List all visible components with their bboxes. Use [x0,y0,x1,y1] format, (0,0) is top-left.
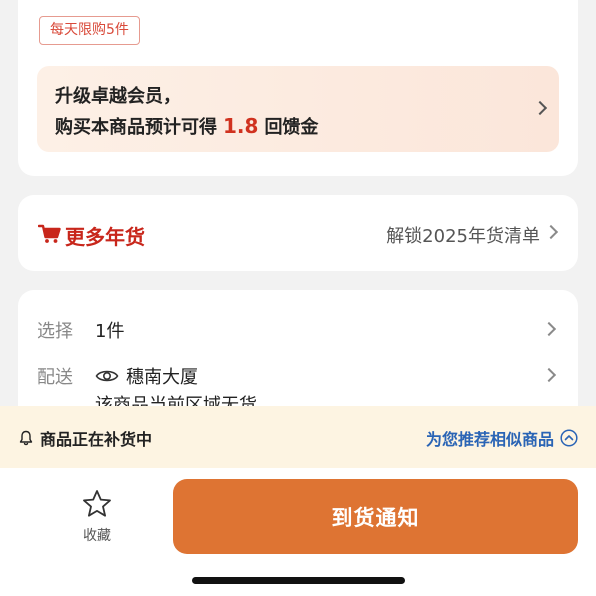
recommend-similar-text: 为您推荐相似商品 [425,430,554,449]
star-icon [83,490,111,517]
shipping-label: 配送 [37,367,73,388]
purchase-limit-tag: 每天限购5件 [39,16,140,45]
favorite-button[interactable]: 收藏 [66,488,128,545]
member-banner-reward-text: 购买本商品预计可得 1.8 回馈金 [55,113,318,139]
select-value[interactable]: 1件 [95,317,124,343]
chevron-right-icon[interactable] [541,367,557,383]
chevron-right-icon [532,100,548,116]
bottom-action-bar: 收藏 到货通知 [0,468,596,596]
member-upgrade-banner[interactable]: 升级卓越会员， 购买本商品预计可得 1.8 回馈金 [37,66,559,152]
bell-icon [19,430,33,446]
member-banner-title: 升级卓越会员， [55,86,181,107]
arrival-notify-button[interactable]: 到货通知 [173,479,578,554]
reward-suffix: 回馈金 [264,117,319,138]
chevron-up-circle-icon [560,429,578,447]
select-label: 选择 [37,321,73,342]
chevron-right-icon [543,224,559,240]
chevron-right-icon[interactable] [541,321,557,337]
shipping-address: 穗南大厦 [126,367,198,388]
reward-amount: 1.8 [223,114,259,138]
restock-status: 商品正在补货中 [18,426,152,450]
nianhuo-title: 更多年货 [65,225,145,249]
restock-status-text: 商品正在补货中 [40,430,153,449]
reward-prefix: 购买本商品预计可得 [55,117,217,138]
shipping-address-row[interactable]: 穗南大厦 [95,363,198,389]
home-indicator[interactable] [192,577,405,584]
nianhuo-card[interactable]: 更多年货 解锁2025年货清单 [18,195,578,271]
product-info-card: 每天限购5件 升级卓越会员， 购买本商品预计可得 1.8 回馈金 [18,0,578,176]
eye-icon [95,370,119,382]
recommend-similar-link[interactable]: 为您推荐相似商品 [426,426,578,450]
cart-icon [38,224,61,243]
restock-notice-bar: 商品正在补货中 为您推荐相似商品 [0,406,596,468]
nianhuo-link[interactable]: 解锁2025年货清单 [386,222,540,248]
favorite-label: 收藏 [83,528,111,544]
